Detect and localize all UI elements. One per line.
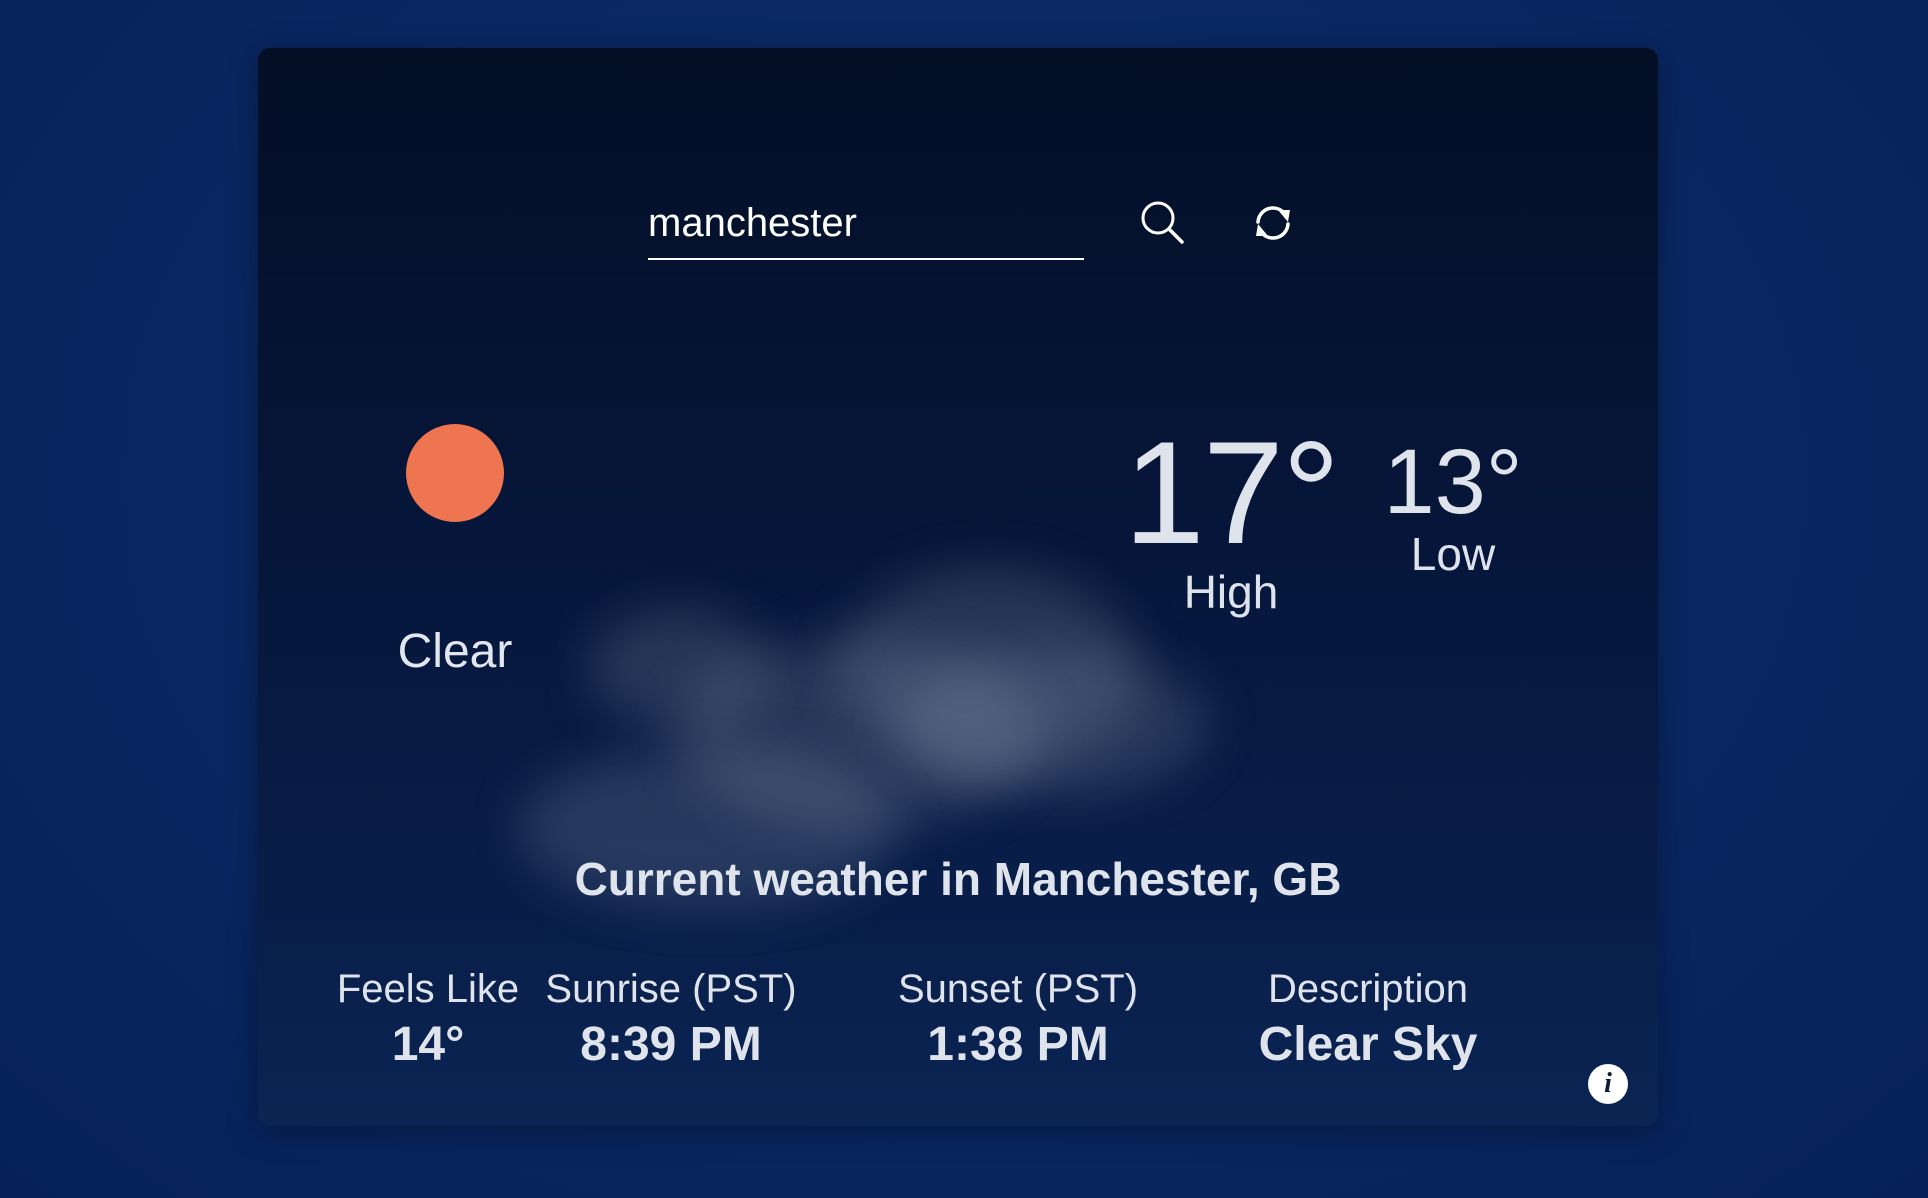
stat-value: 1:38 PM [927,1018,1109,1071]
low-temperature-label: Low [1410,528,1496,580]
stat-label: Sunset (PST) [897,967,1139,1011]
refresh-button[interactable] [1248,198,1298,248]
search-bar [648,188,1348,268]
stat-sunrise: Sunrise (PST) 8:39 PM [528,964,814,1076]
search-input[interactable] [648,188,1084,260]
refresh-icon [1248,206,1298,251]
stat-value: 14° [391,1018,465,1071]
cloud-decoration [898,648,1208,798]
info-icon: i [1604,1068,1612,1099]
weather-condition: Clear [397,625,513,678]
stat-description: Description Clear Sky [1208,964,1528,1076]
stat-feels-like: Feels Like 14° [318,964,538,1076]
weather-card: Clear 17° High 13° Low Current weather i… [258,48,1658,1126]
search-button[interactable] [1138,198,1188,248]
low-temperature: 13° Low [1368,436,1538,580]
stat-label: Description [1267,967,1469,1011]
location-title: Current weather in Manchester, GB [574,853,1342,905]
info-button[interactable]: i [1588,1064,1628,1104]
stat-label: Sunrise (PST) [545,967,797,1011]
stat-value: 8:39 PM [580,1018,762,1071]
stat-sunset: Sunset (PST) 1:38 PM [878,964,1158,1076]
stat-label: Feels Like [336,967,520,1011]
low-temperature-value: 13° [1383,431,1523,533]
sun-icon [406,424,504,522]
search-icon [1138,201,1188,251]
stat-value: Clear Sky [1258,1018,1478,1071]
high-temperature-value: 17° [1123,411,1341,574]
high-temperature: 17° High [1116,411,1346,619]
